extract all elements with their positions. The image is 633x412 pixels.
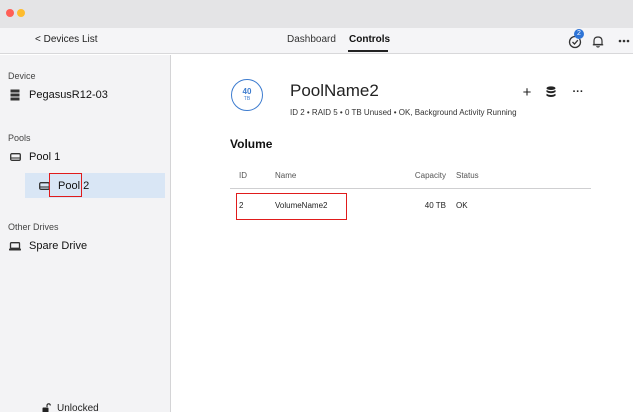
drive-icon	[37, 181, 51, 190]
capacity-value: 40	[242, 87, 252, 96]
window-titlebar	[0, 0, 633, 28]
volume-name-cell: VolumeName2	[275, 201, 328, 210]
tab-controls[interactable]: Controls	[349, 34, 390, 45]
minimize-window-button[interactable]	[17, 9, 25, 17]
table-header-divider	[230, 188, 591, 189]
unlock-icon	[42, 403, 51, 412]
device-name: PegasusR12-03	[29, 89, 108, 101]
bell-icon[interactable]	[590, 30, 606, 52]
laptop-drive-icon	[8, 241, 22, 251]
main-content: 40 TB PoolName2 ID 2 • RAID 5 • 0 TB Unu…	[172, 55, 633, 412]
sidebar-item-device[interactable]: PegasusR12-03	[8, 84, 108, 106]
lock-status-label: Unlocked	[57, 403, 99, 412]
pool-name-title: PoolName2	[290, 81, 379, 100]
server-icon	[8, 89, 22, 101]
column-header-capacity: Capacity	[414, 171, 446, 180]
close-window-button[interactable]	[6, 9, 14, 17]
pools-section-label: Pools	[8, 133, 31, 143]
column-header-id: ID	[239, 171, 247, 180]
pool-1-label: Pool 1	[29, 151, 61, 163]
sidebar: Device PegasusR12-03 Pools Pool 1 Pool 2…	[0, 55, 171, 412]
more-icon[interactable]	[617, 30, 631, 52]
active-tab-indicator	[348, 50, 388, 52]
volume-id-cell: 2	[239, 201, 244, 210]
tab-dashboard[interactable]: Dashboard	[287, 34, 336, 45]
add-volume-button[interactable]: +	[521, 84, 533, 101]
capacity-unit: TB	[243, 96, 251, 102]
top-nav-bar: < Devices List Dashboard Controls 2	[0, 28, 633, 54]
sidebar-item-pool-2[interactable]: Pool 2	[25, 173, 165, 198]
column-header-name: Name	[275, 171, 297, 180]
pool-2-label: Pool 2	[58, 179, 90, 192]
tasks-check-icon[interactable]: 2	[564, 29, 586, 52]
volume-status-cell: OK	[456, 201, 468, 210]
volume-section-title: Volume	[230, 137, 273, 151]
sidebar-item-pool-1[interactable]: Pool 1	[8, 146, 60, 168]
pool-capacity-badge: 40 TB	[231, 79, 263, 111]
volume-capacity-cell: 40 TB	[424, 201, 446, 210]
other-drives-section-label: Other Drives	[8, 222, 59, 232]
database-icon[interactable]	[545, 85, 557, 99]
sidebar-item-spare-drive[interactable]: Spare Drive	[8, 235, 87, 257]
device-section-label: Device	[8, 71, 36, 81]
lock-status[interactable]: Unlocked	[42, 403, 99, 412]
spare-drive-label: Spare Drive	[29, 240, 88, 252]
drive-icon	[8, 153, 22, 161]
column-header-status: Status	[456, 171, 479, 180]
task-count-badge: 2	[574, 29, 584, 39]
devices-list-back-link[interactable]: < Devices List	[35, 34, 98, 45]
pool-info-line: ID 2 • RAID 5 • 0 TB Unused • OK, Backgr…	[290, 108, 517, 117]
more-actions-button[interactable]: ···	[570, 85, 586, 99]
